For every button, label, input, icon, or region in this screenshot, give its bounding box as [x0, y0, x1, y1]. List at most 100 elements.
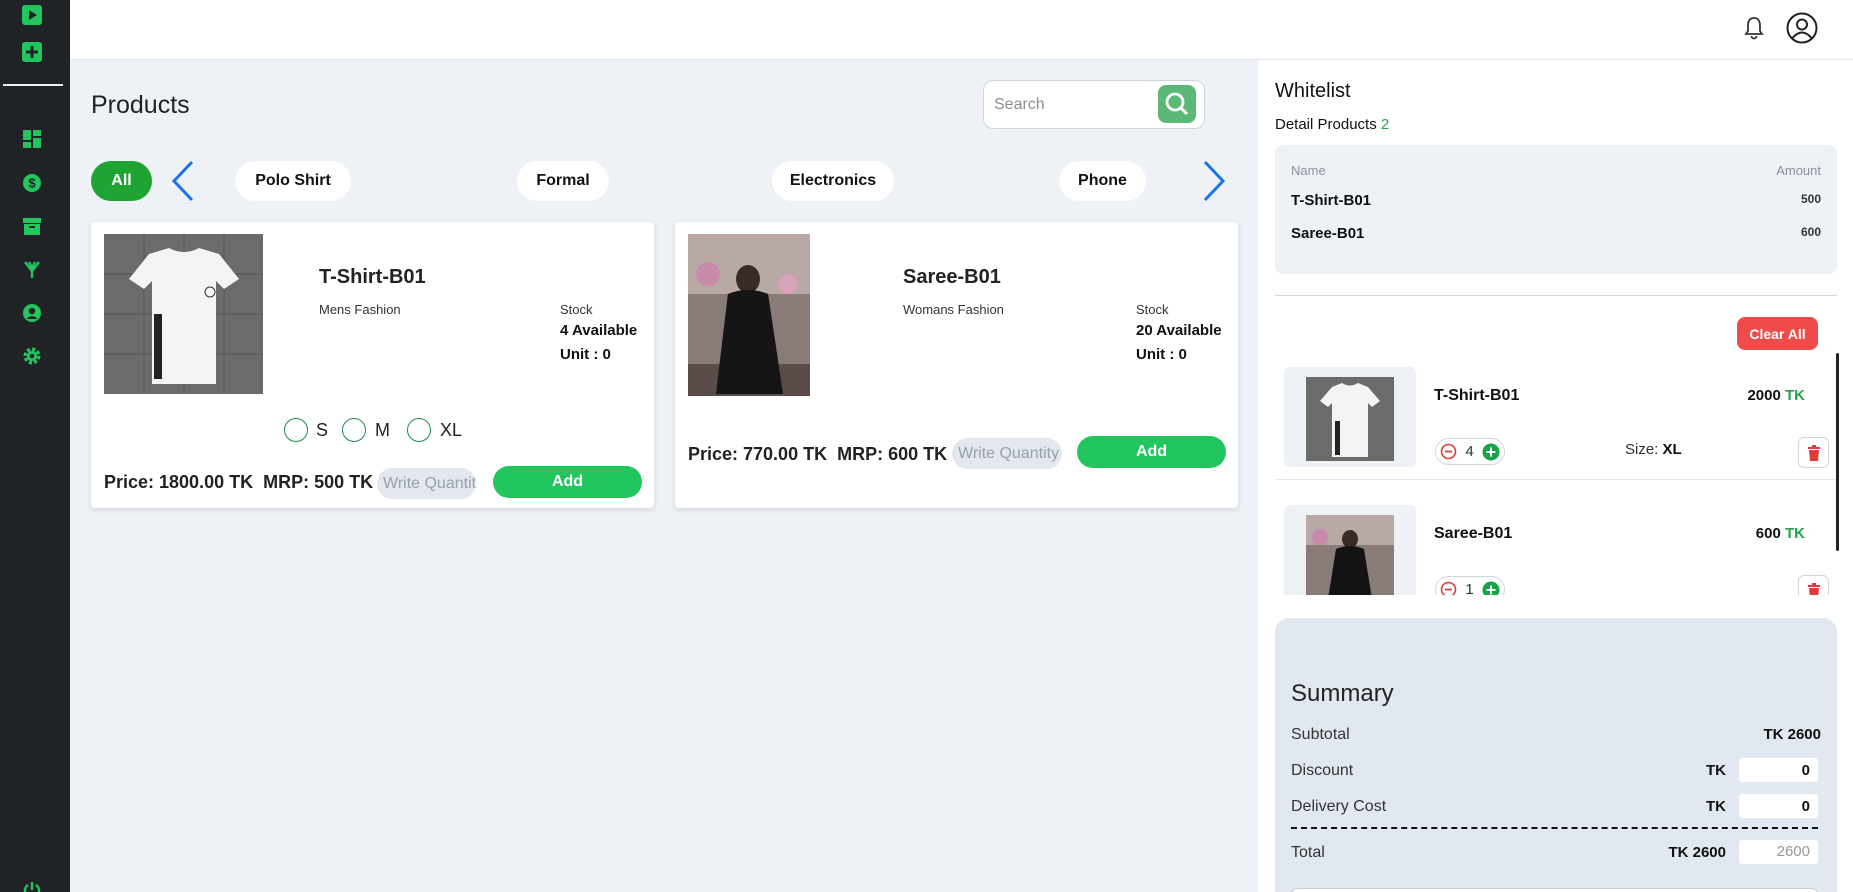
- chevron-right-icon[interactable]: [1201, 159, 1227, 208]
- chevron-left-icon[interactable]: [170, 159, 196, 208]
- detail-count: 2: [1380, 116, 1390, 133]
- coupon-input[interactable]: [1291, 888, 1818, 892]
- cart-item: T-Shirt-B01 2000 TK 4 Size: XL: [1275, 355, 1837, 480]
- delivery-currency: TK: [1706, 798, 1726, 815]
- table-row-name: Saree-B01: [1291, 225, 1365, 242]
- sidebar: $: [0, 0, 70, 892]
- summary-divider: [1291, 827, 1818, 829]
- category-pill-polo-shirt[interactable]: Polo Shirt: [235, 161, 351, 201]
- product-name: Saree-B01: [903, 266, 1001, 288]
- cart-price-value: 2000: [1747, 387, 1781, 404]
- discount-label: Discount: [1291, 762, 1354, 779]
- whitelist-table: Name Amount T-Shirt-B01 500 Saree-B01 60…: [1275, 145, 1837, 274]
- category-pill-all[interactable]: All: [91, 161, 152, 201]
- search-button[interactable]: [1158, 85, 1196, 123]
- cart-item-name: Saree-B01: [1434, 525, 1513, 542]
- stock-unit: Unit : 0: [560, 346, 611, 363]
- delete-button[interactable]: [1798, 437, 1829, 468]
- gear-icon[interactable]: [20, 344, 44, 368]
- size-label-m: M: [375, 420, 390, 440]
- quantity-stepper: 1: [1435, 576, 1505, 595]
- total-label: Total: [1291, 844, 1325, 861]
- product-category: Womans Fashion: [903, 302, 1004, 317]
- table-row-amount: 600: [1800, 225, 1821, 239]
- cart-price-value: 600: [1755, 525, 1781, 542]
- product-card: Saree-B01 Womans Fashion Stock 20 Availa…: [675, 222, 1238, 508]
- product-card: T-Shirt-B01 Mens Fashion Stock 4 Availab…: [91, 222, 654, 508]
- summary-title: Summary: [1291, 680, 1394, 707]
- cart-item: Saree-B01 600 TK 1: [1275, 493, 1837, 595]
- delete-button[interactable]: [1798, 575, 1829, 595]
- mrp-value: MRP: 500 TK: [263, 472, 374, 492]
- divider: [1275, 295, 1837, 296]
- size-radio-m[interactable]: [342, 418, 366, 442]
- plant-icon[interactable]: [20, 257, 44, 281]
- stock-available: 20 Available: [1136, 322, 1222, 339]
- whitelist-title: Whitelist: [1275, 80, 1351, 102]
- amount-header: Amount: [1776, 163, 1821, 178]
- cart-item-price: 600 TK: [1756, 525, 1805, 542]
- play-icon[interactable]: [20, 3, 44, 27]
- stock-label: Stock: [560, 302, 593, 317]
- quantity-value: 4: [1465, 443, 1474, 460]
- cart-price-currency: TK: [1785, 387, 1805, 404]
- total-box: 2600: [1739, 840, 1818, 864]
- price-value: Price: 1800.00 TK: [104, 472, 254, 492]
- delivery-label: Delivery Cost: [1291, 798, 1387, 815]
- add-button[interactable]: Add: [493, 466, 642, 498]
- product-price: Price: 770.00 TK MRP: 600 TK: [688, 444, 947, 465]
- category-pill-electronics[interactable]: Electronics: [772, 161, 894, 201]
- user-icon[interactable]: [20, 301, 44, 325]
- product-name: T-Shirt-B01: [319, 266, 426, 288]
- stock-unit: Unit : 0: [1136, 346, 1187, 363]
- minus-circle-icon[interactable]: [1440, 443, 1457, 460]
- mrp-value: MRP: 600 TK: [837, 444, 948, 464]
- cart-item-image: [1284, 505, 1416, 595]
- archive-icon[interactable]: [20, 214, 44, 238]
- summary-panel: Summary Subtotal TK 2600 Discount TK Del…: [1275, 618, 1837, 892]
- dollar-icon[interactable]: $: [20, 171, 44, 195]
- plus-circle-icon[interactable]: [1482, 443, 1500, 461]
- trash-icon: [1807, 444, 1820, 461]
- stock-label: Stock: [1136, 302, 1169, 317]
- subtotal-value: TK 2600: [1763, 726, 1821, 743]
- table-row-name: T-Shirt-B01: [1291, 192, 1372, 209]
- product-price: Price: 1800.00 TK MRP: 500 TK: [104, 472, 373, 493]
- cart-item-name: T-Shirt-B01: [1434, 387, 1520, 404]
- category-pill-phone[interactable]: Phone: [1059, 161, 1146, 201]
- discount-input[interactable]: [1739, 758, 1818, 782]
- delivery-input[interactable]: [1739, 794, 1818, 818]
- size-radio-s[interactable]: [284, 418, 308, 442]
- quantity-input[interactable]: [377, 468, 476, 499]
- svg-text:$: $: [28, 176, 36, 191]
- avatar-icon[interactable]: [1786, 12, 1818, 49]
- size-value: XL: [1662, 441, 1682, 458]
- name-header: Name: [1291, 163, 1326, 178]
- subtotal-label: Subtotal: [1291, 726, 1350, 743]
- search-icon: [1165, 92, 1189, 116]
- clear-all-button[interactable]: Clear All: [1737, 317, 1818, 350]
- add-box-icon[interactable]: [20, 40, 44, 64]
- detail-label: Detail Products: [1275, 116, 1377, 133]
- size-label-s: S: [316, 420, 329, 440]
- add-button[interactable]: Add: [1077, 436, 1226, 468]
- quantity-value: 1: [1465, 581, 1474, 595]
- price-value: Price: 770.00 TK: [688, 444, 828, 464]
- quantity-input[interactable]: [952, 438, 1062, 469]
- cart-item-image: [1284, 367, 1416, 467]
- plus-circle-icon[interactable]: [1482, 581, 1500, 596]
- cart-scrollbar[interactable]: [1836, 353, 1839, 551]
- search-input[interactable]: [994, 91, 1154, 119]
- dashboard-icon[interactable]: [20, 127, 44, 151]
- power-icon[interactable]: [20, 878, 44, 892]
- page-title: Products: [91, 91, 190, 119]
- minus-circle-icon[interactable]: [1440, 581, 1457, 595]
- topbar: [70, 0, 1853, 60]
- bell-icon[interactable]: [1742, 15, 1766, 46]
- search-box: [983, 80, 1205, 129]
- category-pill-formal[interactable]: Formal: [517, 161, 609, 201]
- stock-available: 4 Available: [560, 322, 638, 339]
- cart-item-price: 2000 TK: [1747, 387, 1805, 404]
- sidebar-divider: [3, 84, 63, 86]
- size-radio-xl[interactable]: [407, 418, 431, 442]
